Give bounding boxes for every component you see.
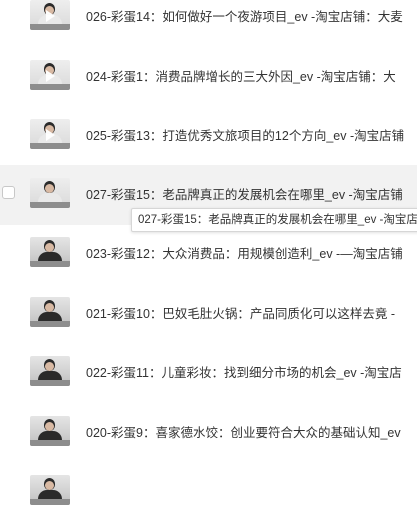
video-thumbnail bbox=[30, 60, 70, 90]
list-item[interactable]: 025-彩蛋13：打造优秀文旅项目的12个方向_ev -淘宝店铺 bbox=[0, 106, 417, 166]
video-title: 023-彩蛋12：大众消费品：用规模创造利_ev -—淘宝店铺 bbox=[86, 247, 403, 261]
list-item[interactable] bbox=[0, 462, 417, 522]
video-title: 021-彩蛋10：巴奴毛肚火锅：产品同质化可以这样去竟 - bbox=[86, 307, 396, 321]
list-item[interactable]: 022-彩蛋11：儿童彩妆：找到细分市场的机会_ev -淘宝店 bbox=[0, 343, 417, 403]
video-title: 022-彩蛋11：儿童彩妆：找到细分市场的机会_ev -淘宝店 bbox=[86, 366, 402, 380]
select-checkbox[interactable] bbox=[2, 186, 15, 199]
video-title: 020-彩蛋9：喜家德水饺：创业要符合大众的基础认知_ev bbox=[86, 426, 401, 440]
play-icon bbox=[46, 10, 55, 22]
video-title: 024-彩蛋1：消费品牌增长的三大外因_ev -淘宝店铺：大 bbox=[86, 70, 396, 84]
video-file-list: 026-彩蛋14：如何做好一个夜游项目_ev -淘宝店铺：大麦 024-彩蛋1：… bbox=[0, 0, 417, 505]
list-item[interactable]: 026-彩蛋14：如何做好一个夜游项目_ev -淘宝店铺：大麦 bbox=[0, 0, 417, 47]
list-item[interactable]: 023-彩蛋12：大众消费品：用规模创造利_ev -—淘宝店铺 bbox=[0, 224, 417, 284]
video-thumbnail bbox=[30, 297, 70, 327]
play-icon bbox=[46, 70, 55, 82]
video-title: 026-彩蛋14：如何做好一个夜游项目_ev -淘宝店铺：大麦 bbox=[86, 10, 403, 24]
video-thumbnail bbox=[30, 178, 70, 208]
play-icon bbox=[46, 129, 55, 141]
video-thumbnail bbox=[30, 475, 70, 505]
filename-tooltip: 027-彩蛋15：老品牌真正的发展机会在哪里_ev -淘宝店 bbox=[131, 208, 417, 232]
video-thumbnail bbox=[30, 119, 70, 149]
video-thumbnail bbox=[30, 416, 70, 446]
video-thumbnail bbox=[30, 0, 70, 30]
video-thumbnail bbox=[30, 356, 70, 386]
list-item[interactable]: 021-彩蛋10：巴奴毛肚火锅：产品同质化可以这样去竟 - bbox=[0, 284, 417, 344]
video-title: 025-彩蛋13：打造优秀文旅项目的12个方向_ev -淘宝店铺 bbox=[86, 129, 405, 143]
list-item[interactable]: 024-彩蛋1：消费品牌增长的三大外因_ev -淘宝店铺：大 bbox=[0, 47, 417, 107]
video-thumbnail bbox=[30, 237, 70, 267]
list-item[interactable]: 020-彩蛋9：喜家德水饺：创业要符合大众的基础认知_ev bbox=[0, 403, 417, 463]
